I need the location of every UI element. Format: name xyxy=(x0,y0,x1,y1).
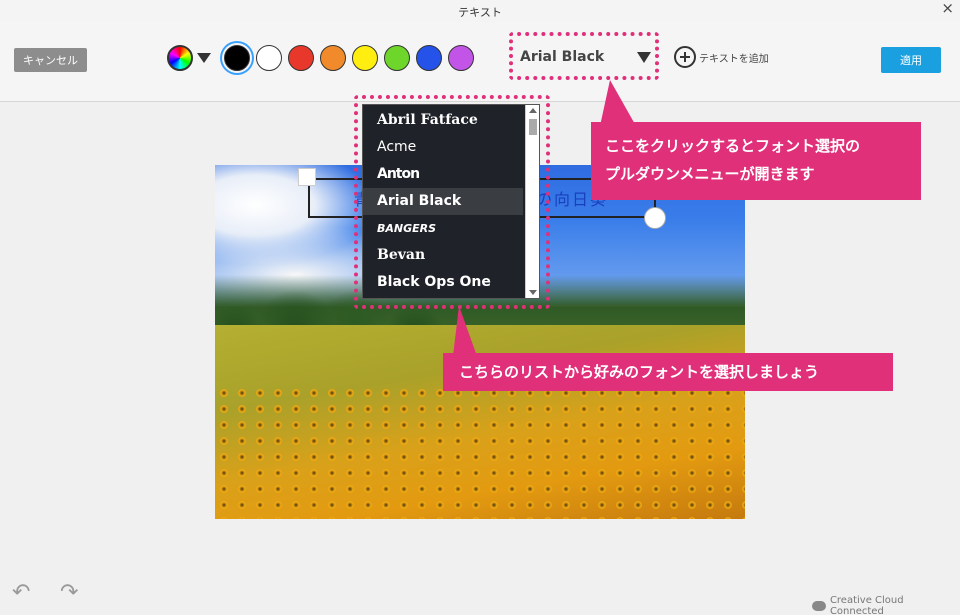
font-option-arial-black[interactable]: Arial Black xyxy=(363,188,523,215)
color-swatch-green[interactable] xyxy=(384,45,410,71)
font-dropdown-value: Arial Black xyxy=(520,49,605,65)
font-list: Abril Fatface Acme Anton Arial Black BANGERS… xyxy=(362,104,540,299)
font-option-anton[interactable]: Anton xyxy=(363,161,523,188)
creative-cloud-icon xyxy=(812,601,826,611)
redo-icon[interactable]: ↷ xyxy=(60,580,82,605)
title-bar: テキスト × xyxy=(0,0,960,22)
apply-button[interactable]: 適用 xyxy=(881,47,941,73)
text-move-handle[interactable] xyxy=(298,168,316,186)
color-swatch-orange[interactable] xyxy=(320,45,346,71)
callout-line-2: プルダウンメニューが開きます xyxy=(605,165,815,183)
font-option-acme[interactable]: Acme xyxy=(363,134,523,161)
scroll-thumb[interactable] xyxy=(529,119,537,135)
callout-line-1: ここをクリックするとフォント選択の xyxy=(605,137,861,155)
chevron-down-icon xyxy=(637,52,651,63)
photo-sunflower-centers xyxy=(215,385,745,519)
font-dropdown[interactable]: Arial Black xyxy=(509,32,659,80)
add-text-button[interactable]: テキストを追加 xyxy=(674,46,769,68)
callout-dropdown-hint: ここをクリックするとフォント選択の プルダウンメニューが開きます xyxy=(591,122,921,200)
font-list-scrollbar[interactable] xyxy=(525,105,539,298)
scroll-up-icon[interactable] xyxy=(529,108,537,113)
plus-circle-icon xyxy=(674,46,696,68)
add-text-label: テキストを追加 xyxy=(699,53,769,65)
creative-cloud-label: Creative Cloud Connected xyxy=(829,595,904,615)
font-option-abril-fatface[interactable]: Abril Fatface xyxy=(363,107,523,134)
color-swatch-red[interactable] xyxy=(288,45,314,71)
scroll-down-icon[interactable] xyxy=(529,290,537,295)
color-swatch-white[interactable] xyxy=(256,45,282,71)
color-swatch-blue[interactable] xyxy=(416,45,442,71)
font-option-bangers[interactable]: BANGERS xyxy=(363,215,523,242)
color-swatch-black[interactable] xyxy=(224,45,250,71)
close-icon[interactable]: × xyxy=(941,0,954,16)
color-swatch-purple[interactable] xyxy=(448,45,474,71)
toolbar: キャンセル Arial Black テキストを追加 適用 xyxy=(0,22,960,102)
undo-icon[interactable]: ↶ xyxy=(12,580,34,605)
color-wheel-chevron-down-icon[interactable] xyxy=(197,53,211,63)
window-title: テキスト xyxy=(458,6,502,19)
callout-list-hint: こちらのリストから好みのフォントを選択しましょう xyxy=(443,353,893,391)
creative-cloud-status: Creative Cloud Connected xyxy=(812,595,960,615)
color-wheel-icon[interactable] xyxy=(167,45,193,71)
callout-pointer xyxy=(453,306,477,356)
callout-pointer xyxy=(600,80,636,126)
color-swatch-yellow[interactable] xyxy=(352,45,378,71)
font-option-black-ops-one[interactable]: Black Ops One xyxy=(363,269,523,296)
text-resize-handle[interactable] xyxy=(644,207,666,229)
font-option-bevan[interactable]: Bevan xyxy=(363,242,523,269)
cancel-button[interactable]: キャンセル xyxy=(14,48,87,72)
